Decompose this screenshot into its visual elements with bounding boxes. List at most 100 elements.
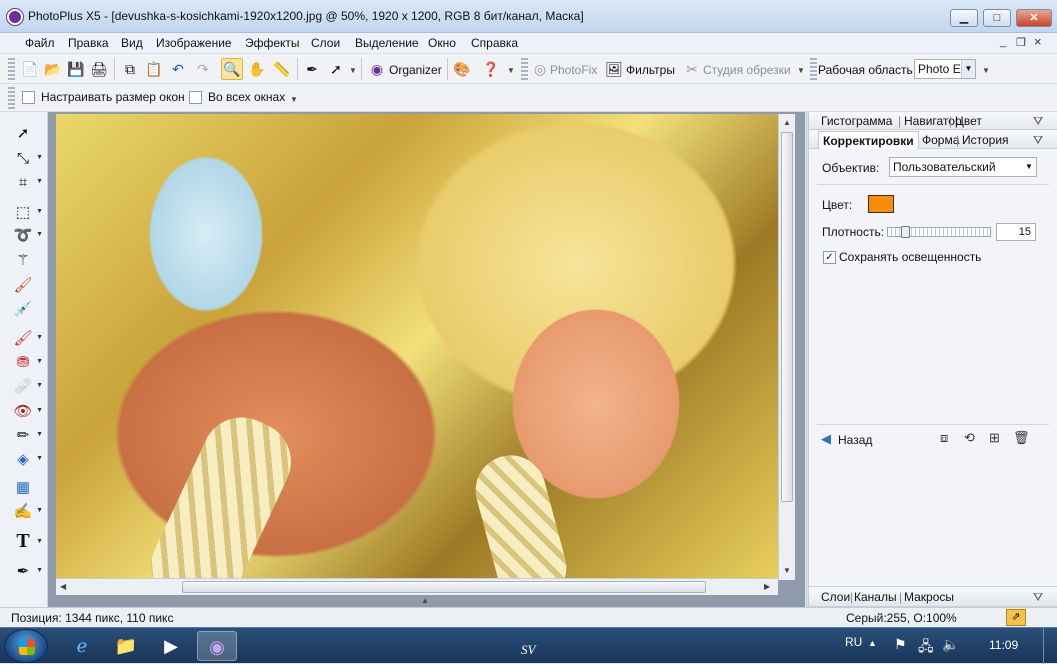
filters-button[interactable]: Фильтры (626, 63, 675, 77)
zoom-tool-icon[interactable]: 🔍 (221, 58, 243, 80)
magic-wand-tool-icon[interactable]: ⚚ (10, 249, 36, 271)
copy-icon[interactable]: ⧉ (119, 58, 141, 80)
mesh-warp-tool-icon[interactable]: ▦ (10, 476, 36, 498)
paste-icon[interactable]: 📋 (143, 58, 165, 80)
patch-tool-icon[interactable]: 🩹 ▼ (10, 375, 43, 397)
palette-icon[interactable]: 🎨 (451, 58, 473, 80)
document-photo[interactable] (56, 114, 778, 580)
pen-tool-icon[interactable]: ✍ ▼ (10, 500, 43, 522)
chevron-down-icon[interactable]: ▼ (290, 95, 298, 104)
scroll-down-icon[interactable]: ▼ (783, 566, 791, 575)
vertical-scrollbar[interactable]: ▲ ▼ (778, 114, 795, 580)
photofix-button[interactable]: PhotoFix (550, 63, 597, 77)
delete-icon[interactable]: 🗑 (1013, 430, 1030, 446)
doc-minimize-button[interactable]: _ (1000, 36, 1006, 48)
vertical-scroll-thumb[interactable] (781, 132, 793, 502)
menu-help[interactable]: Справка (471, 36, 518, 50)
crop-studio-button[interactable]: Студия обрезки (703, 63, 791, 77)
menu-image[interactable]: Изображение (156, 36, 232, 50)
menu-edit[interactable]: Правка (68, 36, 109, 50)
crop-tool-icon[interactable]: ⌗ ▼ (10, 171, 43, 193)
crop-studio-icon[interactable]: ✂ (681, 58, 703, 80)
chevron-down-icon[interactable]: ▼ (797, 66, 805, 75)
clock[interactable]: 11:09 (989, 638, 1018, 652)
tray-expand-icon[interactable]: ▲ (868, 638, 877, 648)
menu-view[interactable]: Вид (121, 36, 143, 50)
internet-explorer-icon[interactable]: ℯ (62, 631, 102, 661)
photofix-icon[interactable]: ◎ (529, 58, 551, 80)
menu-effects[interactable]: Эффекты (245, 36, 300, 50)
open-folder-icon[interactable]: 📂 (42, 58, 64, 80)
tab-macros[interactable]: Макросы (904, 590, 954, 604)
help-icon[interactable]: ❓ (480, 58, 502, 80)
resize-windows-checkbox[interactable] (22, 91, 35, 104)
toolbar-grip[interactable] (521, 58, 528, 80)
back-arrow-icon[interactable]: ◀ (821, 431, 831, 447)
all-windows-checkbox[interactable] (189, 91, 202, 104)
pen-tool-icon[interactable]: ✒ (301, 58, 323, 80)
menu-file[interactable]: Файл (25, 36, 55, 50)
tab-color[interactable]: Цвет (955, 114, 982, 128)
new-layer-from-adjust-icon[interactable]: ⧈ (940, 430, 948, 446)
scroll-up-icon[interactable]: ▲ (783, 118, 791, 127)
toolbar-grip[interactable] (8, 87, 15, 109)
chevron-down-icon[interactable]: ▼ (349, 66, 357, 75)
horizontal-scroll-thumb[interactable] (182, 581, 706, 593)
tab-histogram[interactable]: Гистограмма (821, 114, 892, 128)
add-icon[interactable]: ⊞ (989, 430, 1000, 446)
fill-tool-icon[interactable]: ◈ ▼ (10, 448, 43, 470)
paintbrush-tool-icon[interactable]: 🖌 ▼ (10, 327, 43, 349)
show-desktop-button[interactable] (1043, 628, 1057, 664)
back-button[interactable]: Назад (838, 433, 872, 447)
redo-icon[interactable]: ↷ (192, 58, 214, 80)
rect-selection-tool-icon[interactable]: ⬚ ▼ (10, 201, 43, 223)
volume-icon[interactable]: 🔈 (942, 636, 959, 653)
close-button[interactable]: ✕ (1016, 9, 1052, 27)
selection-brush-tool-icon[interactable]: 🖌 (10, 274, 36, 296)
pen-path-tool-icon[interactable]: ✒ ▼ (10, 560, 43, 582)
media-player-icon[interactable]: ▶ (151, 631, 191, 661)
eraser-tool-icon[interactable]: ✏ ▼ (10, 424, 43, 446)
tab-layers[interactable]: Слои (821, 590, 850, 604)
lens-dropdown[interactable]: Пользовательский ▼ (889, 157, 1037, 177)
menu-layers[interactable]: Слои (311, 36, 340, 50)
reset-icon[interactable]: ⟲ (964, 430, 975, 446)
hint-icon[interactable]: ⇗ (1006, 609, 1026, 626)
canvas-area[interactable]: ▲ ▼ ◀ ▶ ▲ (48, 112, 805, 607)
filters-icon[interactable]: 🖼 (603, 58, 625, 80)
ruler-tool-icon[interactable]: 📏 (271, 58, 293, 80)
transform-tool-icon[interactable]: ⤡ ▼ (10, 147, 43, 169)
doc-restore-button[interactable]: ❐ (1016, 36, 1026, 49)
chevron-down-icon[interactable]: ▼ (507, 66, 515, 75)
tab-channels[interactable]: Каналы (854, 590, 897, 604)
workspace-dropdown[interactable]: Photo Ec ▼ (914, 59, 976, 79)
action-center-flag-icon[interactable]: ⚑ (894, 636, 907, 653)
maximize-button[interactable]: □ (983, 9, 1011, 27)
move-tool-icon[interactable]: ➚ (10, 122, 36, 144)
print-icon[interactable]: 🖨 (88, 58, 110, 80)
color-swatch[interactable] (868, 195, 894, 213)
toolbar-grip[interactable] (8, 58, 15, 80)
text-tool-icon[interactable]: T ▼ (10, 530, 43, 552)
tab-shape[interactable]: Форма (922, 133, 959, 147)
scroll-right-icon[interactable]: ▶ (764, 582, 770, 591)
menu-selection[interactable]: Выделение (355, 36, 419, 50)
red-eye-tool-icon[interactable]: 👁 ▼ (10, 400, 43, 422)
chevron-down-icon[interactable]: ▼ (982, 66, 990, 75)
hand-tool-icon[interactable]: ✋ (246, 58, 268, 80)
preserve-luminance-checkbox[interactable]: ✓ (823, 251, 836, 264)
undo-icon[interactable]: ↶ (167, 58, 189, 80)
panel-menu-icon[interactable]: ⛛ (1033, 133, 1043, 148)
density-input[interactable]: 15 (996, 223, 1036, 241)
scroll-left-icon[interactable]: ◀ (60, 582, 66, 591)
doc-close-button[interactable]: × (1034, 34, 1042, 49)
save-icon[interactable]: 💾 (65, 58, 87, 80)
photoplus-taskbar-icon[interactable]: ◉ (197, 631, 237, 661)
new-file-icon[interactable]: 📄 (19, 58, 41, 80)
lasso-tool-icon[interactable]: ➰ ▼ (10, 224, 43, 246)
panel-menu-icon[interactable]: ⛛ (1033, 114, 1043, 129)
language-indicator[interactable]: RU (845, 635, 862, 649)
toolbar-grip[interactable] (810, 58, 817, 80)
clone-stamp-tool-icon[interactable]: ⛃ ▼ (10, 351, 43, 373)
organizer-button[interactable]: Organizer (389, 63, 442, 77)
